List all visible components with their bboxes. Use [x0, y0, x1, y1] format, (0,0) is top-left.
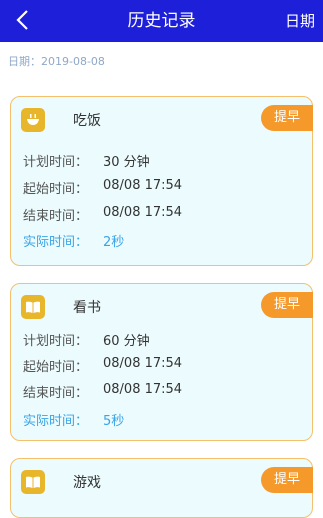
- card-title: 游戏: [73, 475, 101, 491]
- row-label: 起始时间：: [23, 182, 89, 197]
- date-value: 2019-08-08: [41, 55, 105, 68]
- row-label: 计划时间：: [23, 155, 89, 170]
- actual-time-row: 实际时间： 2秒: [23, 231, 124, 250]
- record-card: 游戏 提早: [10, 458, 313, 518]
- date-line: 日期：2019-08-08: [8, 53, 105, 69]
- start-time-row: 起始时间： 08/08 17:54: [23, 356, 182, 375]
- row-value: 08/08 17:54: [103, 205, 183, 220]
- record-card: 看书 提早 计划时间： 60 分钟 起始时间： 08/08 17:54 结束时间…: [10, 283, 313, 441]
- row-label: 起始时间：: [23, 360, 89, 375]
- row-label: 结束时间：: [23, 386, 89, 401]
- book-icon: [21, 295, 45, 319]
- start-time-row: 起始时间： 08/08 17:54: [23, 178, 182, 197]
- row-value: 08/08 17:54: [103, 178, 183, 193]
- row-label: 结束时间：: [23, 209, 89, 224]
- early-finish-button[interactable]: 提早: [261, 467, 313, 493]
- row-label: 计划时间：: [23, 334, 89, 349]
- row-label: 实际时间：: [23, 414, 89, 429]
- date-label: 日期：: [8, 55, 41, 68]
- planned-time-row: 计划时间： 30 分钟: [23, 151, 150, 170]
- meal-icon: [21, 108, 45, 132]
- row-value: 08/08 17:54: [103, 356, 183, 371]
- row-value: 60 分钟: [103, 334, 150, 349]
- row-value: 30 分钟: [103, 155, 150, 170]
- page-title: 历史记录: [127, 11, 196, 31]
- row-label: 实际时间：: [23, 235, 89, 250]
- top-nav-bar: 历史记录 日期: [0, 0, 323, 42]
- early-finish-button[interactable]: 提早: [261, 292, 313, 318]
- planned-time-row: 计划时间： 60 分钟: [23, 330, 150, 349]
- row-value: 2秒: [103, 235, 125, 250]
- date-filter-button[interactable]: 日期: [285, 0, 315, 42]
- end-time-row: 结束时间： 08/08 17:54: [23, 382, 182, 401]
- row-value: 5秒: [103, 414, 125, 429]
- book-icon: [21, 470, 45, 494]
- card-header: 吃饭: [21, 107, 101, 133]
- card-header: 游戏: [21, 469, 101, 495]
- actual-time-row: 实际时间： 5秒: [23, 410, 124, 429]
- early-finish-button[interactable]: 提早: [261, 105, 313, 131]
- card-title: 吃饭: [73, 113, 101, 129]
- end-time-row: 结束时间： 08/08 17:54: [23, 205, 182, 224]
- card-title: 看书: [73, 300, 101, 316]
- record-card: 吃饭 提早 计划时间： 30 分钟 起始时间： 08/08 17:54 结束时间…: [10, 96, 313, 266]
- row-value: 08/08 17:54: [103, 382, 183, 397]
- card-header: 看书: [21, 294, 101, 320]
